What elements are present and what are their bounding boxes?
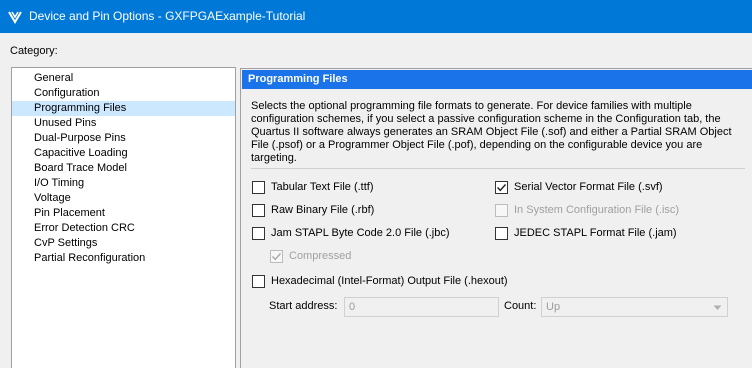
category-item-configuration[interactable]: Configuration: [12, 86, 235, 101]
category-label: Category:: [10, 45, 58, 57]
category-item-board-trace-model[interactable]: Board Trace Model: [12, 161, 235, 176]
chevron-down-icon: [713, 305, 722, 310]
checkmark-icon: [272, 253, 282, 261]
count-label: Count:: [504, 300, 537, 312]
checkmark-icon: [497, 184, 507, 192]
compressed-label: Compressed: [289, 250, 352, 262]
category-item-partial-reconfiguration[interactable]: Partial Reconfiguration: [12, 251, 235, 266]
hexout-label: Hexadecimal (Intel-Format) Output File (…: [271, 275, 508, 287]
window-title: Device and Pin Options - GXFPGAExample-T…: [29, 9, 306, 23]
isc-label: In System Configuration File (.isc): [514, 204, 680, 216]
divider: [251, 168, 745, 169]
hexout-checkbox[interactable]: [252, 275, 265, 288]
category-item-cvp-settings[interactable]: CvP Settings: [12, 236, 235, 251]
compressed-checkbox[interactable]: [270, 250, 283, 263]
category-list[interactable]: General Configuration Programming Files …: [11, 67, 236, 368]
ttf-label: Tabular Text File (.ttf): [271, 181, 374, 193]
category-item-voltage[interactable]: Voltage: [12, 191, 235, 206]
category-item-io-timing[interactable]: I/O Timing: [12, 176, 235, 191]
count-value: Up: [546, 301, 561, 313]
start-address-input[interactable]: 0: [344, 297, 499, 317]
ttf-checkbox[interactable]: [252, 181, 265, 194]
jam-label: JEDEC STAPL Format File (.jam): [514, 227, 677, 239]
isc-checkbox[interactable]: [495, 204, 508, 217]
quartus-app-icon: [8, 11, 22, 24]
jbc-label: Jam STAPL Byte Code 2.0 File (.jbc): [271, 227, 450, 239]
category-item-unused-pins[interactable]: Unused Pins: [12, 116, 235, 131]
title-bar: Device and Pin Options - GXFPGAExample-T…: [0, 0, 752, 33]
category-item-pin-placement[interactable]: Pin Placement: [12, 206, 235, 221]
rbf-label: Raw Binary File (.rbf): [271, 204, 375, 216]
panel-description: Selects the optional programming file fo…: [251, 100, 732, 164]
start-address-label: Start address:: [269, 300, 338, 312]
category-item-general[interactable]: General: [12, 71, 235, 86]
svf-checkbox[interactable]: [495, 181, 508, 194]
category-item-error-detection-crc[interactable]: Error Detection CRC: [12, 221, 235, 236]
category-item-capacitive-loading[interactable]: Capacitive Loading: [12, 146, 235, 161]
category-item-programming-files[interactable]: Programming Files: [12, 101, 235, 116]
category-item-dual-purpose-pins[interactable]: Dual-Purpose Pins: [12, 131, 235, 146]
jbc-checkbox[interactable]: [252, 227, 265, 240]
programming-files-panel: Programming Files Selects the optional p…: [240, 68, 752, 368]
rbf-checkbox[interactable]: [252, 204, 265, 217]
jam-checkbox[interactable]: [495, 227, 508, 240]
svf-label: Serial Vector Format File (.svf): [514, 181, 663, 193]
panel-header: Programming Files: [242, 70, 752, 89]
count-select[interactable]: Up: [541, 297, 728, 317]
